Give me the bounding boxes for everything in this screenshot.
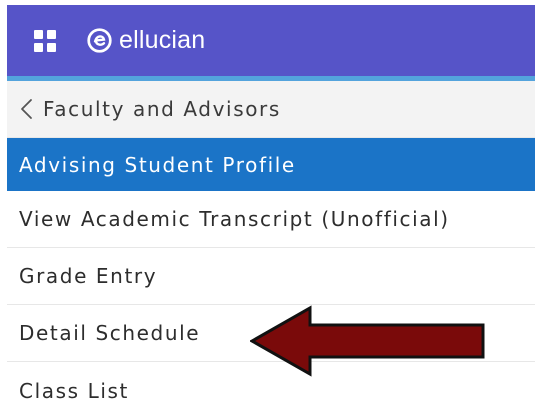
- app-frame: ellucian Faculty and Advisors Advising S…: [0, 0, 535, 415]
- brand-name: ellucian: [119, 26, 206, 54]
- menu-item-label: Detail Schedule: [19, 321, 201, 345]
- left-arrow-icon: [250, 305, 485, 377]
- menu-item-label: Advising Student Profile: [19, 152, 296, 177]
- menu-item-advising-student-profile[interactable]: Advising Student Profile: [7, 138, 535, 191]
- menu-item-view-academic-transcript[interactable]: View Academic Transcript (Unofficial): [7, 191, 535, 248]
- back-link-faculty-and-advisors[interactable]: Faculty and Advisors: [7, 81, 535, 138]
- ellucian-logo[interactable]: ellucian: [86, 26, 205, 55]
- grid-icon[interactable]: [34, 29, 56, 52]
- menu-item-label: View Academic Transcript (Unofficial): [19, 207, 450, 231]
- grid-cell: [34, 42, 43, 52]
- grid-cell: [47, 42, 56, 52]
- menu-item-label: Grade Entry: [19, 264, 158, 288]
- grid-cell: [47, 29, 56, 39]
- menu-item-grade-entry[interactable]: Grade Entry: [7, 248, 535, 305]
- ellucian-logo-icon: [87, 28, 112, 53]
- back-link-label: Faculty and Advisors: [43, 97, 281, 121]
- chevron-left-icon: [21, 99, 32, 119]
- grid-cell: [34, 29, 43, 39]
- top-header-bar: ellucian: [7, 5, 535, 76]
- menu-item-label: Class List: [19, 378, 129, 403]
